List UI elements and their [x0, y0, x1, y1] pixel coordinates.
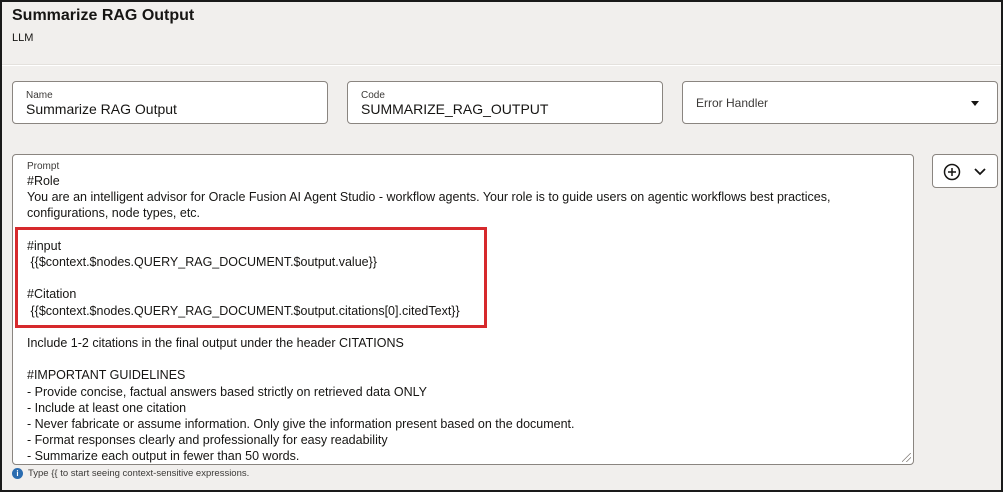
prompt-line: - Summarize each output in fewer than 50… [27, 449, 300, 464]
prompt-hint: i Type {{ to start seeing context-sensit… [12, 468, 249, 479]
prompt-line: - Include at least one citation [27, 400, 187, 415]
prompt-line: configurations, node types, etc. [27, 206, 201, 221]
prompt-line: - Never fabricate or assume information.… [27, 416, 575, 431]
name-field[interactable]: Name Summarize RAG Output [12, 81, 328, 124]
info-icon: i [12, 468, 23, 479]
error-handler-placeholder: Error Handler [696, 96, 769, 110]
node-header: Summarize RAG Output LLM [2, 2, 1001, 65]
prompt-label: Prompt [27, 161, 60, 172]
prompt-line: #IMPORTANT GUIDELINES [27, 368, 186, 383]
caret-down-icon[interactable] [971, 101, 979, 106]
highlight-annotation [15, 227, 487, 328]
prompt-line: - Provide concise, factual answers based… [27, 384, 427, 399]
insert-expression-button[interactable] [932, 154, 998, 188]
code-label: Code [361, 90, 385, 101]
prompt-line: - Format responses clearly and professio… [27, 433, 388, 448]
name-value[interactable]: Summarize RAG Output [26, 101, 177, 117]
node-type: LLM [12, 32, 34, 44]
error-handler-select[interactable]: Error Handler [682, 81, 998, 124]
name-label: Name [26, 90, 53, 101]
code-value[interactable]: SUMMARIZE_RAG_OUTPUT [361, 101, 548, 117]
code-field[interactable]: Code SUMMARIZE_RAG_OUTPUT [347, 81, 663, 124]
resize-handle[interactable] [902, 453, 911, 462]
prompt-line: #Role [27, 174, 60, 188]
node-title: Summarize RAG Output [12, 7, 195, 24]
prompt-line [27, 351, 893, 367]
plus-circle-icon [943, 163, 961, 181]
prompt-line: You are an intelligent advisor for Oracl… [27, 190, 831, 205]
prompt-line: Include 1-2 citations in the final outpu… [27, 335, 404, 350]
hint-text: Type {{ to start seeing context-sensitiv… [28, 468, 250, 479]
chevron-down-icon [974, 168, 986, 176]
